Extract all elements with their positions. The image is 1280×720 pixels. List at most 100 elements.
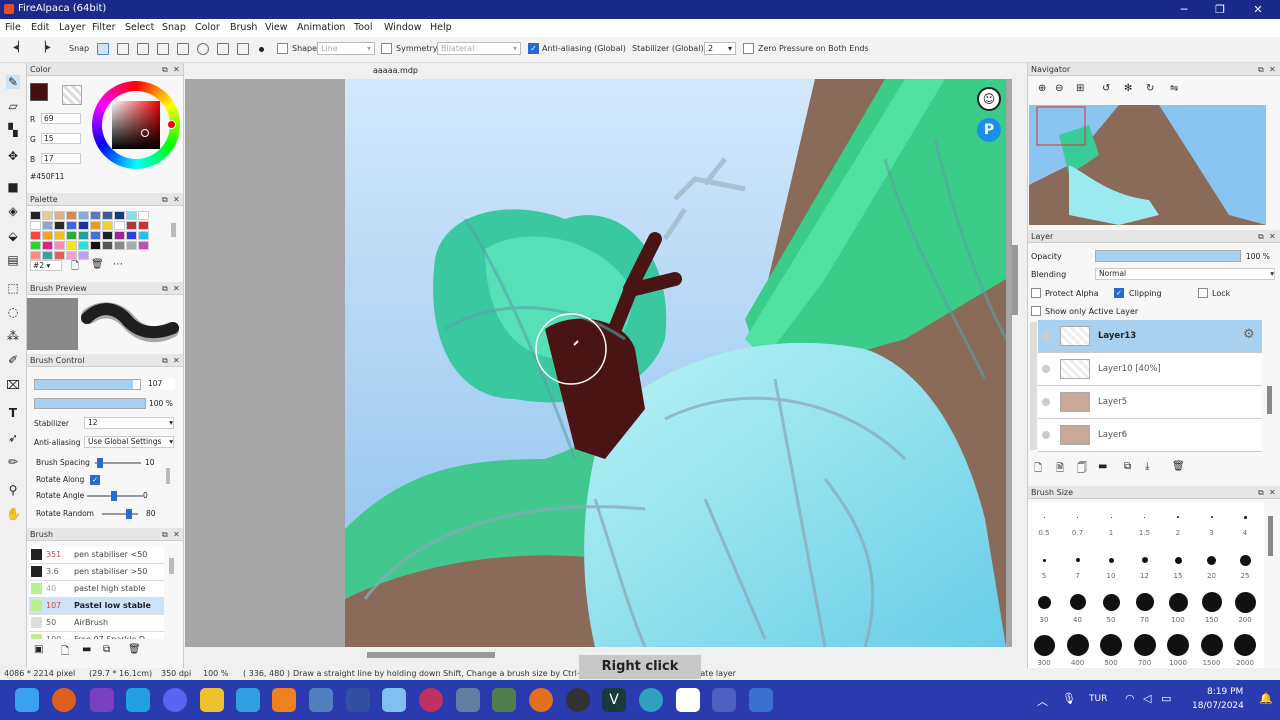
brush-size-dot[interactable] [1102, 593, 1120, 611]
close-icon[interactable]: ✕ [1240, 0, 1276, 19]
layer-visibility-icon[interactable] [1042, 431, 1050, 439]
float-icon[interactable]: ⧉ [162, 530, 168, 540]
brush-antialias-select[interactable]: Use Global Settings ▾ [84, 436, 174, 448]
palette-swatch[interactable] [54, 221, 65, 230]
layer-row[interactable]: Layer13 ⚙ [1038, 320, 1262, 353]
lasso-tool-icon[interactable]: ◌ [6, 305, 20, 319]
clock-date[interactable]: 18/07/2024 [1192, 701, 1244, 711]
layer-opacity-slider[interactable] [1095, 250, 1241, 262]
palette-swatch[interactable] [114, 221, 125, 230]
delete-layer-icon[interactable]: 🗑 [1172, 461, 1185, 472]
layer-row[interactable]: Layer6 [1038, 419, 1262, 452]
volume-icon[interactable]: ◁ [1143, 692, 1151, 705]
app-icon-13[interactable] [492, 688, 516, 712]
brush-size-dot[interactable] [1108, 557, 1114, 563]
palette-swatch[interactable] [102, 241, 113, 250]
maximize-icon[interactable]: ❐ [1202, 0, 1238, 19]
palette-swatch[interactable] [78, 251, 89, 260]
select-eraser-icon[interactable]: ⌧ [6, 378, 20, 392]
brush-size-dot[interactable] [1234, 634, 1256, 656]
magic-wand-icon[interactable]: ⁂ [6, 329, 20, 343]
bucket-tool-icon[interactable]: ◈ [6, 204, 20, 218]
palette-index-select[interactable]: #2 ▾ [30, 260, 62, 271]
palette-swatch[interactable] [54, 251, 65, 260]
palette-swatch[interactable] [102, 221, 113, 230]
app-icon-18[interactable] [712, 688, 736, 712]
brush-list-item[interactable]: 351 pen stabiliser <50 [29, 547, 164, 564]
operation-tool-icon[interactable]: ➶ [6, 431, 20, 445]
palette-swatch[interactable] [138, 241, 149, 250]
palette-swatch[interactable] [78, 231, 89, 240]
wifi-icon[interactable]: ◠ [1125, 692, 1135, 705]
brush-size-dot[interactable] [1069, 594, 1086, 610]
app-icon-2[interactable] [90, 688, 114, 712]
float-icon[interactable]: ⧉ [1258, 65, 1264, 75]
palette-swatch[interactable] [138, 221, 149, 230]
palette-swatch[interactable] [90, 221, 101, 230]
tray-chevron-icon[interactable]: ︿ [1037, 693, 1048, 709]
b-input[interactable]: 17 [41, 153, 81, 164]
navigator-thumbnail[interactable] [1029, 105, 1266, 225]
shape-checkbox[interactable] [277, 43, 288, 54]
notifications-icon[interactable]: 🔔 [1259, 692, 1273, 705]
brush-list-item[interactable]: 50 AirBrush [29, 615, 164, 632]
pen-tool-icon[interactable]: ✎ [6, 75, 20, 89]
eraser-tool-icon[interactable]: ▱ [6, 99, 20, 113]
notepad-icon[interactable] [749, 688, 773, 712]
app-icon-3[interactable] [126, 688, 150, 712]
select-pen-icon[interactable]: ✐ [6, 353, 20, 367]
brush-size-dot[interactable] [1210, 516, 1213, 518]
rotate-reset-icon[interactable]: ✻ [1124, 83, 1132, 94]
transparent-color-swatch[interactable] [62, 85, 82, 105]
brush-size-dot[interactable] [1133, 634, 1156, 656]
zoom-in-icon[interactable]: ⊕ [1038, 83, 1046, 94]
palette-swatch[interactable] [90, 231, 101, 240]
menu-file[interactable]: File [5, 22, 21, 33]
brush-size-slider[interactable] [34, 379, 141, 390]
snap-radial-icon[interactable] [177, 43, 189, 55]
app-icon-9[interactable] [346, 688, 370, 712]
obs-icon[interactable] [566, 688, 590, 712]
menu-select[interactable]: Select [125, 22, 154, 33]
duplicate-layer-icon[interactable]: ⧉ [1124, 461, 1131, 472]
next-icon[interactable]: ▕▸ [38, 42, 51, 53]
float-icon[interactable]: ⧉ [162, 284, 168, 294]
palette-swatch[interactable] [42, 231, 53, 240]
file-explorer-icon[interactable] [200, 688, 224, 712]
palette-swatch[interactable] [42, 251, 53, 260]
brush-size-dot[interactable] [1033, 634, 1055, 656]
clock-time[interactable]: 8:19 PM [1207, 687, 1243, 697]
battery-icon[interactable]: ▭ [1161, 692, 1171, 705]
firealpaca-taskbar-icon[interactable] [676, 688, 700, 712]
spacing-slider[interactable] [95, 458, 141, 468]
palette-swatch[interactable] [30, 241, 41, 250]
r-input[interactable]: 69 [41, 113, 81, 124]
float-icon[interactable]: ⧉ [162, 195, 168, 205]
blender-icon[interactable] [529, 688, 553, 712]
palette-swatch[interactable] [102, 211, 113, 220]
brush-list-scrollbar[interactable] [169, 558, 174, 574]
layer-row[interactable]: Layer10 [40%] [1038, 353, 1262, 386]
close-panel-icon[interactable]: ✕ [1269, 488, 1276, 497]
hue-handle[interactable] [167, 120, 176, 129]
palette-swatch[interactable] [54, 231, 65, 240]
layer-row[interactable]: Layer5 [1038, 386, 1262, 419]
text-tool-icon[interactable]: T [6, 406, 20, 420]
snap-off-icon[interactable] [97, 43, 109, 55]
palette-swatch[interactable] [114, 241, 125, 250]
palette-swatch[interactable] [78, 211, 89, 220]
close-panel-icon[interactable]: ✕ [173, 284, 180, 293]
layer-folder-icon[interactable]: ▬ [1098, 461, 1107, 472]
zero-pressure-checkbox[interactable] [743, 43, 754, 54]
app-icon-6[interactable] [236, 688, 260, 712]
menu-brush[interactable]: Brush [230, 22, 257, 33]
layer-visibility-icon[interactable] [1042, 398, 1050, 406]
firefox-icon[interactable] [52, 688, 76, 712]
brush-folder-icon[interactable]: ▬ [82, 644, 91, 655]
canvas-hscrollbar[interactable] [367, 652, 495, 658]
foreground-color-swatch[interactable] [30, 83, 48, 101]
lock-checkbox[interactable] [1198, 288, 1208, 298]
brush-delete-icon[interactable]: 🗑 [128, 644, 141, 655]
discord-icon[interactable] [163, 688, 187, 712]
brush-list-item[interactable]: 107 Pastel low stable [29, 598, 164, 615]
